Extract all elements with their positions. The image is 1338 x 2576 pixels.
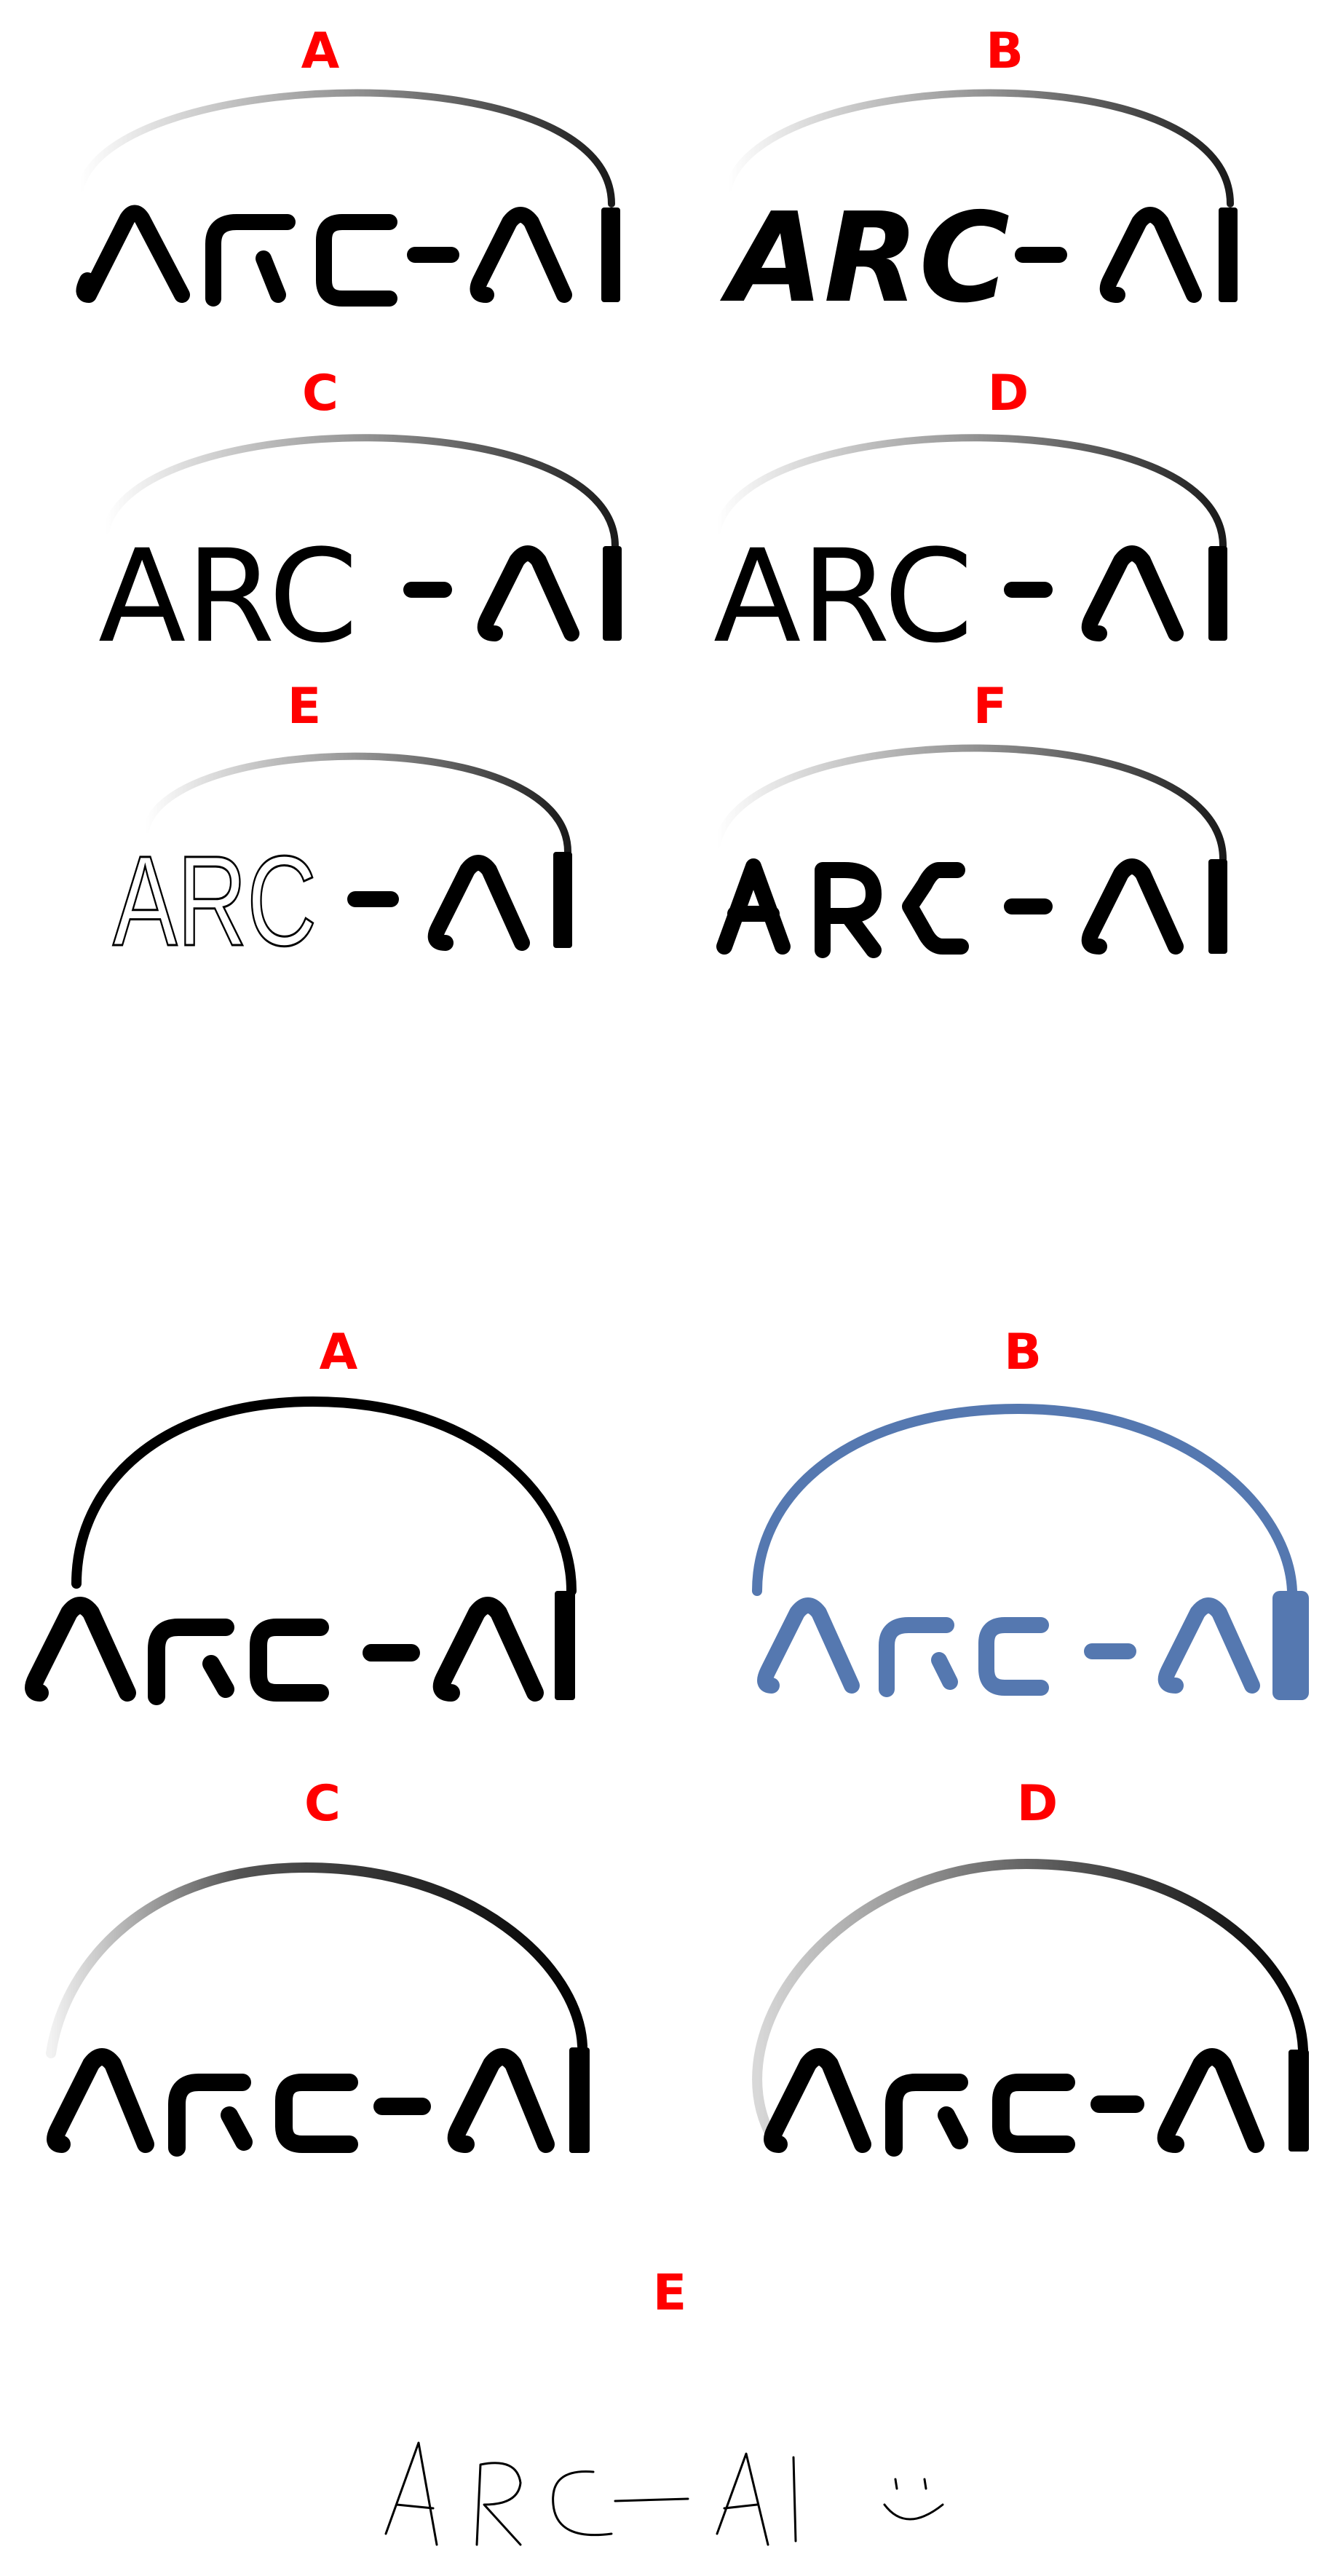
concept-1d: D ARC	[713, 365, 1227, 671]
concept-1c: C ARC	[98, 365, 622, 671]
wordmark-regular-text: ARC	[713, 522, 973, 671]
wordmark-italic-text: ARC	[719, 186, 1010, 331]
headphone-arc	[713, 744, 1227, 863]
concept-2d: D	[752, 1775, 1309, 2157]
wordmark-tail	[347, 855, 530, 951]
wordmark-rounded	[76, 205, 572, 307]
wordmark-outline-text: ARC	[113, 830, 317, 973]
letter-i-earcup	[603, 546, 622, 641]
wordmark-rounded-blue	[757, 1597, 1260, 1697]
set-two: A B C D E	[25, 1324, 1309, 2546]
concept-2c: C	[46, 1775, 590, 2157]
headphone-arc	[71, 1396, 577, 1596]
wordmark-tail	[403, 545, 579, 641]
set-one: A B ARC C ARC D ARC E ARC F	[76, 23, 1238, 974]
variant-label-b: B	[986, 23, 1024, 80]
concept-1f: F	[713, 678, 1227, 958]
variant-label-f: F	[973, 678, 1007, 735]
letter-c-shape	[316, 214, 397, 307]
variant-label-e: E	[653, 2264, 686, 2322]
wordmark-rounded	[25, 1597, 544, 1705]
variant-label-d: D	[988, 365, 1029, 422]
concept-1a: A	[76, 23, 620, 307]
wordmark-rounded	[47, 2048, 555, 2157]
variant-label-c: C	[302, 365, 339, 422]
concept-2e: E	[384, 2264, 944, 2546]
letter-a-shape	[76, 205, 190, 303]
concept-1e: E ARC	[112, 678, 572, 974]
letter-i-earcup	[555, 1591, 575, 1700]
concept-2a: A	[25, 1324, 577, 1705]
wordmark-tail	[1004, 545, 1184, 641]
letter-r-shape	[205, 214, 296, 307]
letter-i-earcup	[1272, 1591, 1309, 1700]
variant-label-a: A	[301, 23, 340, 80]
wordmark-rounded	[764, 2048, 1264, 2157]
sketch-wordmark	[384, 2441, 797, 2546]
letter-i-earcup	[1208, 859, 1227, 954]
letter-i-earcup	[569, 2047, 590, 2153]
letter-a2-shape	[1081, 858, 1184, 955]
letter-c-shape	[902, 862, 969, 955]
wordmark-light-text: ARC	[98, 522, 358, 671]
variant-label-b: B	[1004, 1324, 1042, 1381]
letter-r-shape	[815, 862, 882, 958]
headphone-arc	[46, 1862, 587, 2058]
letter-i-earcup	[1219, 208, 1238, 302]
letter-i-earcup	[553, 852, 572, 948]
letter-a-shape	[716, 858, 791, 955]
letter-i-earcup	[601, 208, 620, 302]
wordmark-tail	[1015, 207, 1202, 303]
smiley-face-icon	[883, 2478, 944, 2521]
headphone-arc	[76, 89, 615, 208]
variant-label-c: C	[304, 1775, 341, 1833]
letter-a2-shape	[470, 207, 572, 303]
concept-2b: B	[752, 1324, 1309, 1700]
variant-label-d: D	[1017, 1775, 1058, 1833]
variant-label-a: A	[320, 1324, 358, 1381]
headphone-arc	[752, 1403, 1297, 1596]
letter-i-earcup	[1288, 2050, 1309, 2152]
letter-i-earcup	[1208, 546, 1227, 641]
concept-1b: B ARC	[719, 23, 1238, 331]
logo-concepts-sheet: A B ARC C ARC D ARC E ARC F A B C D E	[25, 23, 1309, 2546]
wordmark-geometric	[716, 858, 1184, 958]
variant-label-e: E	[288, 678, 321, 735]
